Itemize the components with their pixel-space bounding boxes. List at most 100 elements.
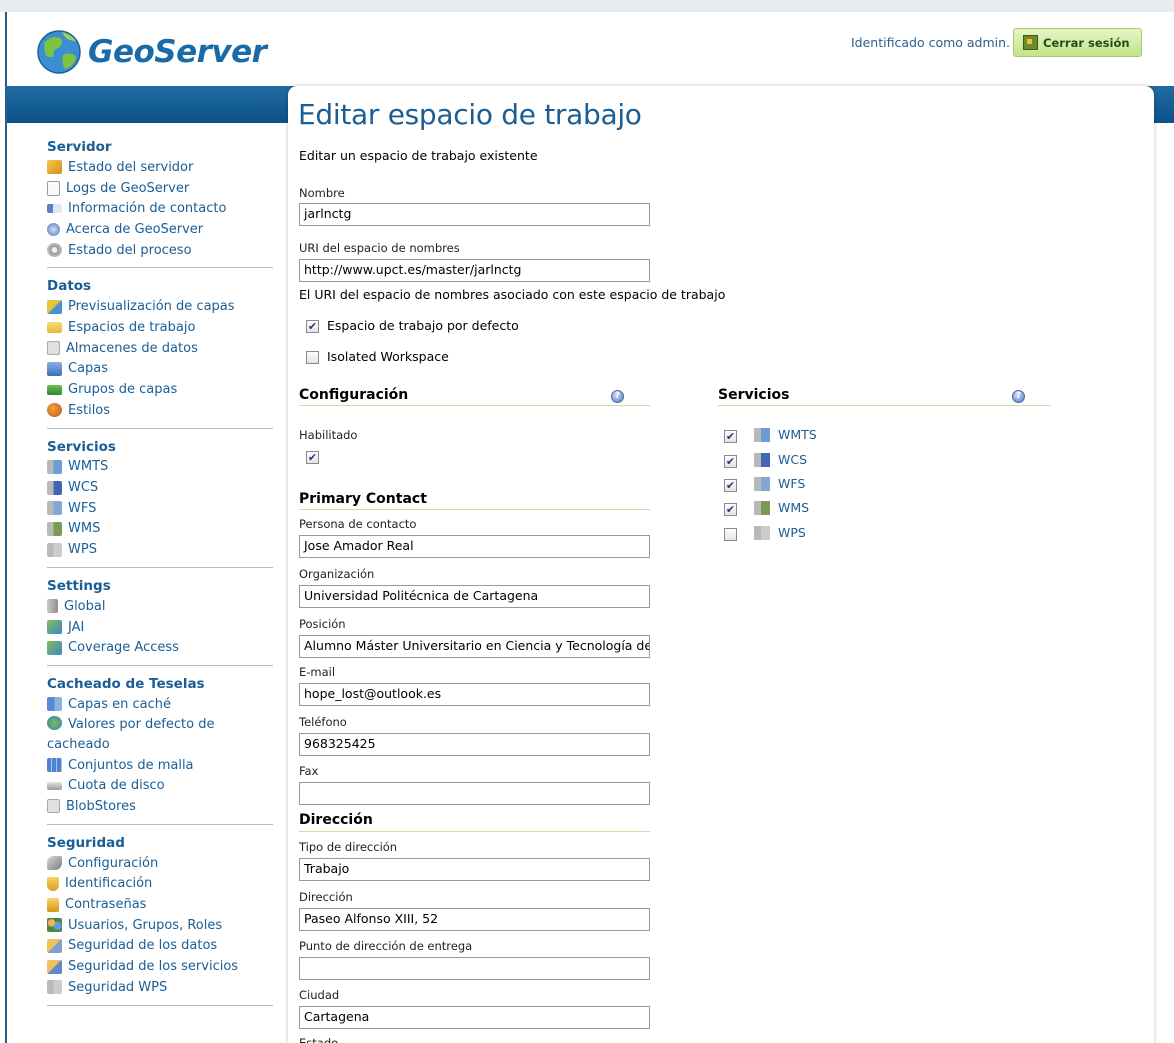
service-checkbox-wfs[interactable]: ✔ bbox=[724, 479, 737, 492]
sidebar-item-label: Capas bbox=[68, 361, 109, 377]
disk-icon bbox=[47, 781, 62, 790]
sidebar-item-conjuntos-malla[interactable]: Conjuntos de malla bbox=[47, 755, 273, 776]
sidebar-item-valores-defecto[interactable]: Valores por defecto de cacheado bbox=[47, 715, 273, 755]
service-link-wps[interactable]: WPS bbox=[778, 525, 806, 540]
sidebar-item-usuarios[interactable]: Usuarios, Grupos, Roles bbox=[47, 915, 273, 936]
sidebar-divider bbox=[47, 567, 273, 568]
info-icon bbox=[47, 222, 60, 236]
position-label: Posición bbox=[299, 617, 346, 631]
tile-layers-icon bbox=[47, 697, 62, 712]
sidebar-item-estilos[interactable]: Estilos bbox=[47, 400, 273, 421]
sidebar-item-wmts[interactable]: WMTS bbox=[47, 457, 273, 478]
service-link-wfs[interactable]: WFS bbox=[778, 476, 805, 491]
contact-card-icon bbox=[47, 204, 62, 214]
logo-text: GeoServer bbox=[88, 34, 267, 70]
sidebar-item-wfs[interactable]: WFS bbox=[47, 498, 273, 519]
sidebar-item-acerca[interactable]: Acerca de GeoServer bbox=[47, 219, 273, 240]
sidebar-item-capas-cache[interactable]: Capas en caché bbox=[47, 694, 273, 715]
sidebar-item-jai[interactable]: JAI bbox=[47, 617, 273, 638]
fax-input[interactable] bbox=[299, 782, 650, 805]
sidebar-item-cuota[interactable]: Cuota de disco bbox=[47, 775, 273, 796]
geoserver-logo[interactable]: GeoServer bbox=[32, 24, 267, 80]
service-security-icon bbox=[47, 959, 62, 974]
sidebar-item-estado-servidor[interactable]: Estado del servidor bbox=[47, 157, 273, 178]
wps-icon bbox=[47, 542, 62, 557]
wcs-icon bbox=[754, 453, 770, 467]
palette-icon bbox=[47, 403, 62, 418]
sidebar-item-label: Cuota de disco bbox=[68, 778, 165, 794]
layer-preview-icon bbox=[47, 299, 62, 314]
sidebar-item-contrasenas[interactable]: Contraseñas bbox=[47, 894, 273, 915]
sidebar-item-blobstores[interactable]: BlobStores bbox=[47, 796, 273, 817]
sidebar-item-capas[interactable]: Capas bbox=[47, 359, 273, 380]
wrench-icon bbox=[47, 856, 62, 871]
default-workspace-checkbox[interactable]: ✔ bbox=[306, 320, 319, 333]
data-security-icon bbox=[47, 938, 62, 953]
name-input[interactable]: jarlnctg bbox=[299, 203, 650, 226]
isolated-workspace-checkbox[interactable] bbox=[306, 351, 319, 364]
sidebar-item-estado-proceso[interactable]: Estado del proceso bbox=[47, 240, 273, 261]
address-type-label: Tipo de dirección bbox=[299, 840, 398, 854]
service-checkbox-wcs[interactable]: ✔ bbox=[724, 455, 737, 468]
sidebar-item-wms[interactable]: WMS bbox=[47, 519, 273, 540]
sidebar-item-global[interactable]: Global bbox=[47, 596, 273, 617]
wmts-icon bbox=[47, 459, 62, 474]
sidebar-item-almacenes[interactable]: Almacenes de datos bbox=[47, 338, 273, 359]
wfs-icon bbox=[754, 477, 770, 491]
state-label: Estado bbox=[299, 1036, 339, 1043]
sidebar-divider bbox=[47, 1004, 273, 1006]
sidebar-item-label: BlobStores bbox=[66, 798, 136, 814]
position-input[interactable]: Alumno Máster Universitario en Ciencia y… bbox=[299, 635, 650, 658]
sidebar-section-cacheado: Cacheado de Teselas bbox=[47, 676, 205, 693]
sidebar-item-previsualizacion[interactable]: Previsualización de capas bbox=[47, 296, 273, 317]
sidebar-item-contacto[interactable]: Información de contacto bbox=[47, 198, 273, 219]
sidebar-item-label: WMTS bbox=[68, 459, 109, 475]
services-heading: Servicios bbox=[718, 387, 790, 403]
sidebar-item-wps[interactable]: WPS bbox=[47, 539, 273, 560]
org-label: Organización bbox=[299, 567, 375, 581]
address-heading: Dirección bbox=[299, 812, 373, 828]
sidebar-item-espacios[interactable]: Espacios de trabajo bbox=[47, 317, 273, 338]
sidebar-item-seg-datos[interactable]: Seguridad de los datos bbox=[47, 936, 273, 957]
person-label: Persona de contacto bbox=[299, 517, 417, 531]
service-link-wms[interactable]: WMS bbox=[778, 500, 809, 515]
address-type-input[interactable]: Trabajo bbox=[299, 858, 650, 881]
service-link-wmts[interactable]: WMTS bbox=[778, 427, 817, 442]
service-checkbox-wmts[interactable]: ✔ bbox=[724, 430, 737, 443]
sidebar-item-label: WCS bbox=[68, 480, 99, 496]
primary-contact-heading: Primary Contact bbox=[299, 491, 427, 507]
help-icon[interactable]: ? bbox=[611, 390, 624, 403]
sidebar-item-label: WMS bbox=[68, 521, 101, 537]
sidebar-item-seg-servicios[interactable]: Seguridad de los servicios bbox=[47, 956, 273, 977]
sidebar-item-wcs[interactable]: WCS bbox=[47, 477, 273, 498]
sidebar-item-identificacion[interactable]: Identificación bbox=[47, 874, 273, 895]
coverage-icon bbox=[47, 640, 62, 655]
delivery-point-label: Punto de dirección de entrega bbox=[299, 939, 473, 953]
org-input[interactable]: Universidad Politécnica de Cartagena bbox=[299, 585, 650, 608]
service-link-wcs[interactable]: WCS bbox=[778, 452, 807, 467]
globe-grid-icon bbox=[47, 715, 62, 730]
email-input[interactable]: hope_lost@outlook.es bbox=[299, 683, 650, 706]
service-checkbox-wms[interactable]: ✔ bbox=[724, 503, 737, 516]
sidebar-item-coverage[interactable]: Coverage Access bbox=[47, 637, 273, 658]
help-icon[interactable]: ? bbox=[1012, 390, 1025, 403]
sidebar-item-seg-wps[interactable]: Seguridad WPS bbox=[47, 977, 273, 998]
city-input[interactable]: Cartagena bbox=[299, 1006, 650, 1029]
sidebar-item-grupos[interactable]: Grupos de capas bbox=[47, 379, 273, 400]
sidebar-item-logs[interactable]: Logs de GeoServer bbox=[47, 178, 273, 199]
sidebar-item-seg-config[interactable]: Configuración bbox=[47, 853, 273, 874]
logout-button[interactable]: Cerrar sesión bbox=[1013, 28, 1142, 57]
service-checkbox-wps[interactable] bbox=[724, 528, 737, 541]
city-label: Ciudad bbox=[299, 988, 340, 1002]
config-heading: Configuración bbox=[299, 387, 409, 403]
sidebar-item-label: Seguridad WPS bbox=[68, 979, 168, 995]
default-workspace-label: Espacio de trabajo por defecto bbox=[327, 318, 519, 333]
enabled-checkbox[interactable]: ✔ bbox=[306, 451, 319, 464]
uri-input[interactable]: http://www.upct.es/master/jarlnctg bbox=[299, 259, 650, 282]
wfs-icon bbox=[47, 501, 62, 516]
address-input[interactable]: Paseo Alfonso XIII, 52 bbox=[299, 908, 650, 931]
delivery-point-input[interactable] bbox=[299, 957, 650, 980]
phone-input[interactable]: 968325425 bbox=[299, 733, 650, 756]
sidebar: Servidor Estado del servidor Logs de Geo… bbox=[47, 137, 273, 1014]
person-input[interactable]: Jose Amador Real bbox=[299, 535, 650, 558]
